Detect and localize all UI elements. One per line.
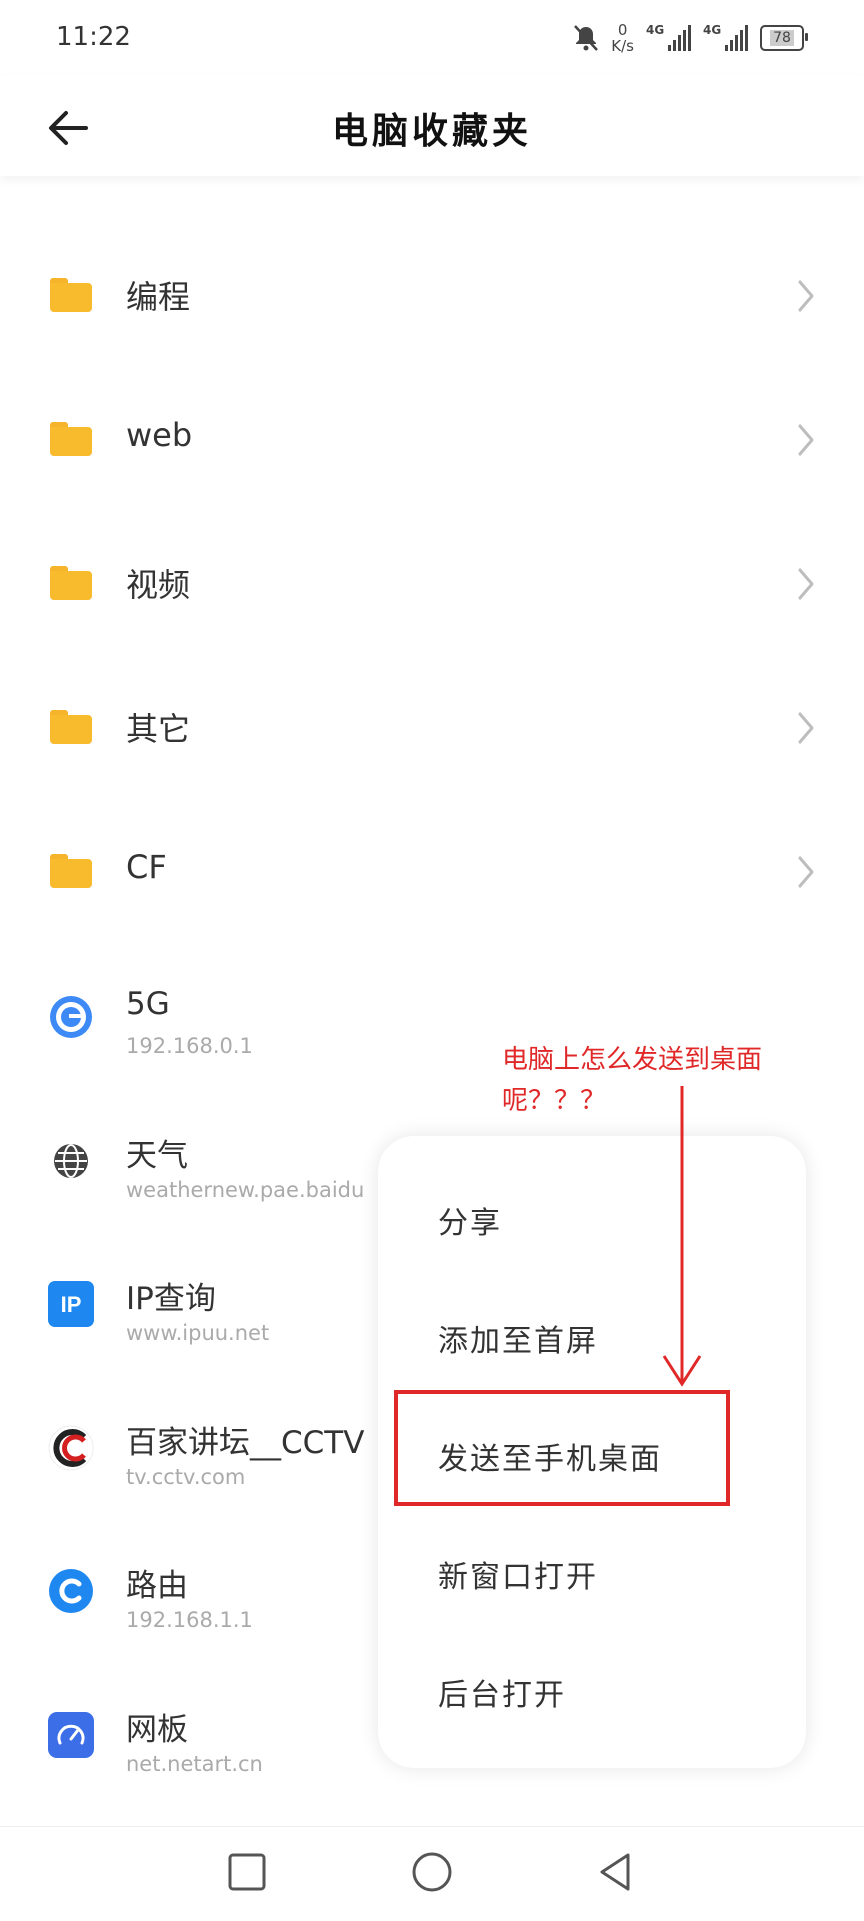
bookmark-title: 5G <box>126 986 170 1022</box>
folder-label: web <box>126 416 193 454</box>
folder-row[interactable]: 视频 <box>0 512 864 656</box>
signal-icon: 4G <box>646 23 691 51</box>
bookmark-title: 网板 <box>126 1711 188 1748</box>
status-bar: 11:22 0 K/s 4G 4G 78 <box>0 0 864 76</box>
chevron-right-icon <box>798 424 814 456</box>
net-speed: 0 K/s <box>611 22 634 54</box>
annotation-text: 电脑上怎么发送到桌面呢？？？ <box>502 1045 763 1116</box>
folder-label: 编程 <box>126 278 191 316</box>
menu-item[interactable]: 分享 <box>438 1198 502 1242</box>
folder-list: 网购编程 web 视频其它 CF <box>0 176 864 944</box>
folder-icon <box>50 278 92 312</box>
bookmark-url: www.ipuu.net <box>126 1321 270 1345</box>
recents-square-icon[interactable] <box>224 1849 270 1895</box>
folder-label: CF <box>126 848 167 886</box>
folder-icon <box>50 854 92 888</box>
folder-icon <box>50 710 92 744</box>
chevron-right-icon <box>798 856 814 888</box>
globe-icon <box>48 1138 94 1184</box>
folder-icon <box>50 422 92 456</box>
battery-icon: 78 <box>760 25 808 51</box>
bookmark-url: net.netart.cn <box>126 1751 263 1776</box>
5g-router-icon <box>48 994 94 1040</box>
page-title: 电脑收藏夹 <box>331 111 532 152</box>
bookmark-url: 192.168.1.1 <box>126 1608 253 1632</box>
bookmark-title: 天气 <box>126 1137 188 1174</box>
bell-muted-icon <box>574 25 599 51</box>
folder-row[interactable]: CF <box>0 800 864 944</box>
router-c-icon <box>48 1568 94 1614</box>
status-time: 11:22 <box>56 22 131 52</box>
chevron-right-icon <box>798 568 814 600</box>
folder-row[interactable]: web <box>0 368 864 512</box>
navigation-bar <box>0 1826 864 1921</box>
home-circle-icon[interactable] <box>409 1849 455 1895</box>
bookmark-title: 百家讲坛__CCTV <box>126 1424 365 1461</box>
signal-label: 4G <box>703 23 722 37</box>
cctv-icon <box>48 1425 94 1471</box>
folder-row[interactable]: 网购 <box>0 176 864 224</box>
folder-label: 其它 <box>126 710 191 748</box>
svg-text:IP: IP <box>61 1292 82 1317</box>
menu-item[interactable]: 添加至首屏 <box>438 1316 598 1360</box>
gauge-icon <box>48 1711 94 1758</box>
net-speed-unit: K/s <box>611 37 634 55</box>
status-icons: 0 K/s 4G 4G 78 <box>573 18 808 58</box>
folder-icon <box>50 566 92 600</box>
ip-icon: IP <box>48 1281 94 1327</box>
signal-label: 4G <box>646 23 665 37</box>
battery-level: 78 <box>770 30 794 46</box>
menu-item[interactable]: 新窗口打开 <box>438 1552 598 1596</box>
chevron-right-icon <box>798 280 814 312</box>
bookmark-url: weathernew.pae.baidu <box>126 1177 365 1202</box>
title-bar: 电脑收藏夹 <box>0 76 864 176</box>
menu-item[interactable]: 后台打开 <box>438 1670 566 1714</box>
bookmark-url: tv.cctv.com <box>126 1464 246 1489</box>
chevron-right-icon <box>798 712 814 744</box>
bookmark-title: IP查询 <box>126 1281 216 1317</box>
folder-label: 视频 <box>126 566 191 604</box>
back-triangle-icon[interactable] <box>592 1849 638 1895</box>
bookmark-url: 192.168.0.1 <box>126 1034 253 1058</box>
bookmark-title: 路由 <box>126 1568 188 1604</box>
net-speed-value: 0 <box>617 21 628 39</box>
signal-icon: 4G <box>703 23 748 51</box>
menu-item[interactable]: 发送至手机桌面 <box>438 1434 662 1478</box>
context-menu: 分享添加至首屏发送至手机桌面 新窗口打开后台打开 <box>378 1136 806 1768</box>
folder-row[interactable]: 其它 <box>0 656 864 800</box>
folder-row[interactable]: 编程 <box>0 224 864 368</box>
